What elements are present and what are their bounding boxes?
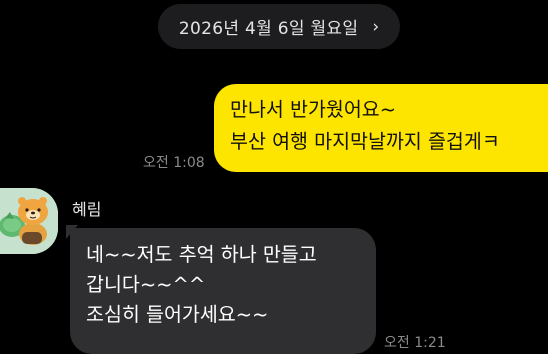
bear-character-icon (0, 188, 58, 254)
incoming-message-bubble[interactable]: 네~~저도 추억 하나 만들고 갑니다~~^^ 조심히 들어가세요~~ (70, 228, 376, 354)
outgoing-message-bubble[interactable]: 만나서 반가웠어요~ 부산 여행 마지막날까지 즐겁게ㅋ (214, 84, 548, 172)
date-divider-pill[interactable]: 2026년 4월 6일 월요일 › (158, 4, 400, 49)
message-line: 조심히 들어가세요~~ (86, 303, 269, 326)
message-line: 부산 여행 마지막날까지 즐겁게ㅋ (230, 130, 500, 153)
message-line: 만나서 반가웠어요~ (230, 98, 397, 121)
message-line: 네~~저도 추억 하나 만들고 (86, 243, 317, 266)
date-divider-text: 2026년 4월 6일 월요일 (178, 19, 359, 39)
incoming-message-time: 오전 1:21 (384, 335, 446, 351)
outgoing-message-time: 오전 1:08 (143, 155, 205, 171)
chevron-right-icon: › (372, 16, 380, 37)
message-line: 갑니다~~^^ (86, 273, 206, 296)
sender-name: 혜림 (72, 200, 102, 219)
avatar[interactable] (0, 188, 58, 254)
